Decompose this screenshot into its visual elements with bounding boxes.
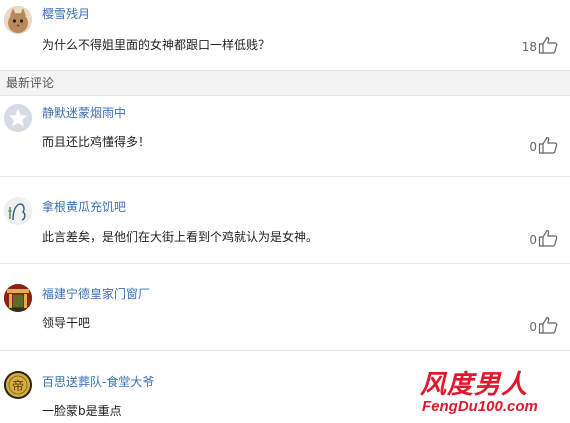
- thumbs-up-icon: [538, 229, 558, 247]
- thumbs-up-icon: [538, 316, 558, 334]
- star-avatar-icon: [4, 104, 32, 132]
- section-header-latest-comments: 最新评论: [0, 70, 570, 96]
- comment-author[interactable]: 福建宁德皇家门窗厂: [42, 285, 150, 302]
- gate-avatar-icon: [4, 284, 32, 312]
- thumbs-up-icon: [538, 136, 558, 154]
- list-item: 拿根黄瓜充饥吧 此言差矣，是他们在大街上看到个鸡就认为是女神。 0: [0, 177, 570, 263]
- watermark-subtitle: FengDu100.com: [422, 398, 538, 415]
- like-button[interactable]: 0: [529, 136, 558, 154]
- list-item: 静默迷蒙烟雨中 而且还比鸡懂得多！ 0: [0, 96, 570, 176]
- sketch-avatar-icon: [4, 197, 32, 225]
- coin-avatar-icon: 帝: [4, 371, 32, 399]
- comment-author[interactable]: 樱雪残月: [42, 5, 90, 22]
- avatar[interactable]: [4, 197, 32, 225]
- avatar[interactable]: [4, 6, 32, 34]
- like-count: 0: [529, 140, 537, 154]
- like-button[interactable]: 0: [529, 229, 558, 247]
- like-button[interactable]: 0: [529, 316, 558, 334]
- comment-text: 一脸蒙b是重点: [42, 404, 122, 418]
- list-item: 福建宁德皇家门窗厂 领导干吧 0: [0, 264, 570, 350]
- comment-author[interactable]: 百思送葬队-食堂大爷: [42, 373, 154, 390]
- like-count: 18: [521, 40, 537, 54]
- avatar[interactable]: [4, 284, 32, 312]
- cat-avatar-icon: [4, 6, 32, 34]
- comment-text: 此言差矣，是他们在大街上看到个鸡就认为是女神。: [42, 230, 319, 244]
- thumbs-up-icon: [538, 36, 558, 54]
- avatar[interactable]: 帝: [4, 371, 32, 399]
- like-button[interactable]: 18: [522, 36, 558, 54]
- comment-text: 领导干吧: [42, 316, 91, 330]
- site-watermark: 风度男人 FengDu100.com: [420, 364, 570, 423]
- section-title: 最新评论: [6, 76, 55, 90]
- comment-author[interactable]: 拿根黄瓜充饥吧: [42, 198, 126, 215]
- comment-text: 而且还比鸡懂得多！: [42, 135, 151, 149]
- avatar[interactable]: [4, 104, 32, 132]
- top-comment: 樱雪残月 为什么不得姐里面的女神都跟口一样低贱？ 18: [0, 0, 570, 70]
- svg-text:帝: 帝: [12, 378, 24, 393]
- like-count: 0: [529, 233, 537, 247]
- comment-author[interactable]: 静默迷蒙烟雨中: [42, 104, 126, 121]
- watermark-title: 风度男人: [420, 370, 529, 400]
- like-count: 0: [529, 320, 537, 334]
- comment-text: 为什么不得姐里面的女神都跟口一样低贱？: [42, 38, 271, 52]
